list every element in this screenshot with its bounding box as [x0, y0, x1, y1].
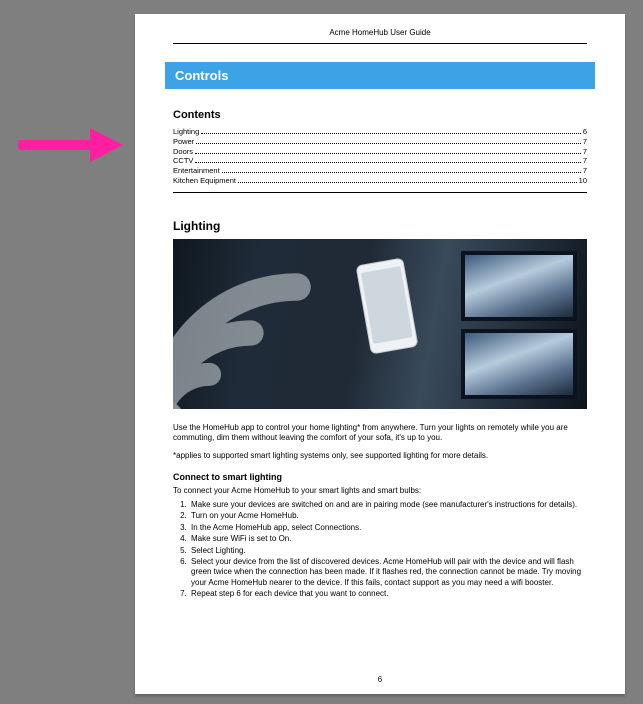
step-item: Select Lighting. — [189, 546, 587, 556]
toc-label: Doors — [173, 147, 193, 157]
room-thumbnail — [461, 329, 577, 399]
toc-row[interactable]: Doors 7 — [173, 147, 587, 157]
connect-intro-text: To connect your Acme HomeHub to your sma… — [173, 486, 587, 496]
step-item: Select your device from the list of disc… — [189, 557, 587, 588]
connect-heading: Connect to smart lighting — [173, 472, 587, 482]
doc-header: Acme HomeHub User Guide — [173, 14, 587, 44]
hero-image — [173, 239, 587, 409]
document-page: Acme HomeHub User Guide Controls Content… — [135, 14, 625, 694]
lighting-intro-text: Use the HomeHub app to control your home… — [173, 423, 587, 444]
toc-label: Lighting — [173, 127, 199, 137]
toc-label: Power — [173, 137, 194, 147]
step-item: Make sure your devices are switched on a… — [189, 500, 587, 510]
toc-row[interactable]: Kitchen Equipment 10 — [173, 176, 587, 186]
toc-page: 7 — [583, 137, 587, 147]
toc-label: Kitchen Equipment — [173, 176, 236, 186]
page-number: 6 — [135, 675, 625, 684]
lighting-footnote-text: *applies to supported smart lighting sys… — [173, 451, 587, 461]
toc-leader — [222, 172, 581, 173]
toc-leader — [196, 143, 581, 144]
annotation-arrow-icon — [18, 128, 123, 162]
connect-steps: Make sure your devices are switched on a… — [173, 500, 587, 600]
contents-heading: Contents — [173, 109, 587, 121]
toc-leader — [195, 153, 581, 154]
step-item: In the Acme HomeHub app, select Connecti… — [189, 523, 587, 533]
toc-label: Entertainment — [173, 166, 220, 176]
toc-leader — [195, 162, 580, 163]
toc-row[interactable]: Lighting 6 — [173, 127, 587, 137]
toc-row[interactable]: Entertainment 7 — [173, 166, 587, 176]
toc-row[interactable]: Power 7 — [173, 137, 587, 147]
toc-page: 10 — [579, 176, 587, 186]
toc-page: 6 — [583, 127, 587, 137]
step-item: Make sure WiFi is set to On. — [189, 534, 587, 544]
step-item: Turn on your Acme HomeHub. — [189, 511, 587, 521]
toc-label: CCTV — [173, 156, 193, 166]
room-thumbnail — [461, 251, 577, 321]
step-item: Repeat step 6 for each device that you w… — [189, 589, 587, 599]
section-heading-lighting: Lighting — [173, 219, 587, 233]
toc-page: 7 — [583, 156, 587, 166]
toc-row[interactable]: CCTV 7 — [173, 156, 587, 166]
toc-page: 7 — [583, 166, 587, 176]
controls-banner: Controls — [165, 62, 595, 89]
toc-page: 7 — [583, 147, 587, 157]
table-of-contents: Lighting 6 Power 7 Doors 7 CCTV 7 Entert… — [173, 127, 587, 193]
wifi-icon — [173, 241, 343, 409]
toc-leader — [201, 133, 581, 134]
toc-leader — [238, 182, 577, 183]
